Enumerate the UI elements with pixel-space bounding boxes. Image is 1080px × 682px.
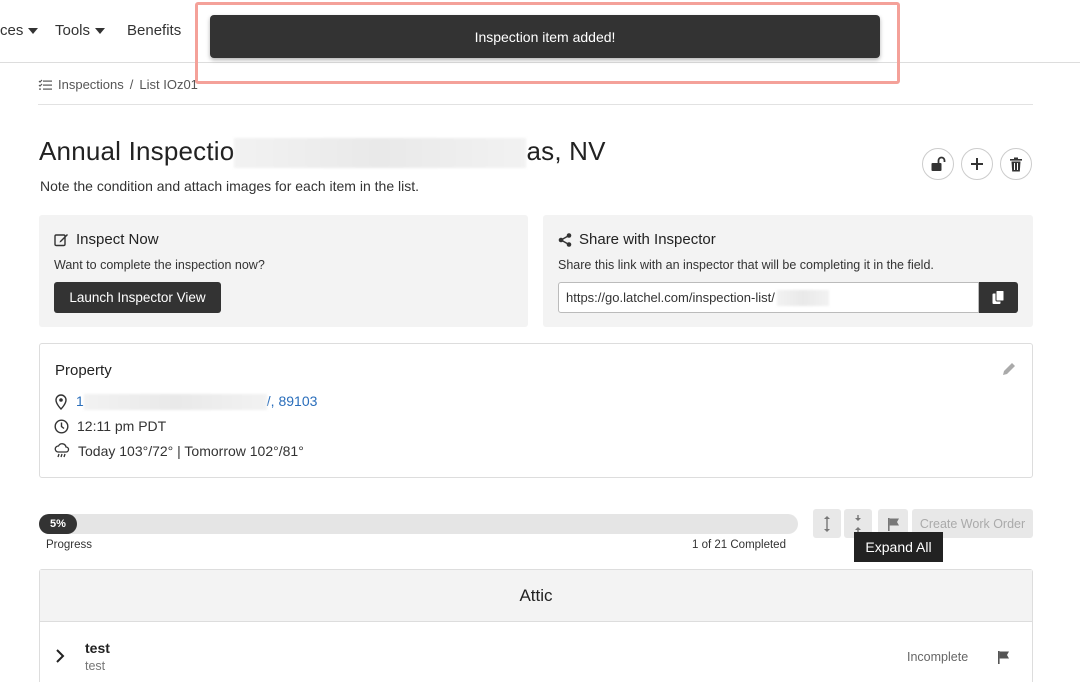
inspect-now-text: Want to complete the inspection now? — [54, 258, 265, 272]
caret-down-icon — [28, 27, 39, 34]
property-weather: Today 103°/72° | Tomorrow 102°/81° — [78, 443, 304, 459]
clock-icon — [54, 418, 69, 434]
inspect-now-title-text: Inspect Now — [76, 231, 159, 248]
launch-inspector-view-button[interactable]: Launch Inspector View — [54, 282, 221, 313]
section-title: Attic — [519, 585, 553, 605]
share-title: Share with Inspector — [558, 231, 716, 248]
section-header: Attic — [40, 570, 1032, 622]
flag-item-button[interactable] — [997, 650, 1010, 667]
list-check-icon — [38, 79, 52, 90]
map-marker-icon — [55, 393, 67, 410]
breadcrumb-inspections-link[interactable]: Inspections — [58, 77, 124, 92]
share-title-text: Share with Inspector — [579, 231, 716, 248]
pencil-icon — [1003, 363, 1015, 375]
share-link-input[interactable]: https://go.latchel.com/inspection-list/ — [558, 282, 979, 313]
nav-item-services[interactable]: ces — [0, 22, 39, 39]
page-title: Annual Inspectio as, NV — [39, 136, 606, 169]
breadcrumb-separator: / — [129, 77, 134, 92]
divider — [38, 104, 1033, 105]
unlock-icon — [931, 156, 946, 171]
item-description: test — [85, 659, 106, 673]
share-link-value: https://go.latchel.com/inspection-list/ — [566, 290, 775, 305]
property-address-row: 1 /, 89103 — [54, 393, 318, 411]
item-name: test — [85, 640, 110, 656]
progress-bar-fill: 5% — [39, 514, 77, 534]
launch-inspector-view-label: Launch Inspector View — [69, 290, 206, 305]
flag-icon — [998, 651, 1009, 664]
redacted-text — [234, 138, 527, 169]
share-text: Share this link with an inspector that w… — [558, 258, 934, 272]
plus-icon — [971, 158, 983, 170]
chevron-right-icon — [56, 649, 65, 663]
create-work-order-label: Create Work Order — [919, 516, 1026, 531]
toast-notification: Inspection item added! — [210, 15, 880, 58]
inspect-now-title: Inspect Now — [54, 231, 159, 248]
nav-item-label: ces — [0, 22, 24, 39]
edit-icon — [54, 234, 68, 247]
arrows-compress-icon — [855, 514, 861, 533]
copy-icon — [992, 290, 1005, 304]
progress-label: Progress — [46, 539, 93, 551]
trash-icon — [1010, 157, 1022, 171]
add-button[interactable] — [961, 148, 993, 180]
page-subtitle: Note the condition and attach images for… — [40, 178, 419, 194]
flag-icon — [887, 517, 899, 531]
edit-property-button[interactable] — [1001, 361, 1017, 380]
delete-button[interactable] — [1000, 148, 1032, 180]
redacted-text — [83, 394, 267, 411]
page-title-start: Annual Inspectio — [39, 136, 235, 166]
tooltip-text: Expand All — [865, 539, 932, 555]
breadcrumb: Inspections / List IOz01 — [38, 77, 198, 92]
unlock-button[interactable] — [922, 148, 954, 180]
progress-bar — [39, 514, 798, 534]
item-status: Incomplete — [907, 650, 969, 664]
nav-item-tools[interactable]: Tools — [55, 22, 106, 39]
toast-message: Inspection item added! — [474, 28, 616, 45]
share-icon — [558, 232, 572, 247]
expand-all-tooltip: Expand All — [854, 532, 943, 562]
property-time: 12:11 pm PDT — [77, 418, 167, 434]
expand-item-button[interactable] — [55, 648, 65, 667]
property-weather-row: Today 103°/72° | Tomorrow 102°/81° — [54, 443, 304, 459]
nav-item-label: Tools — [55, 22, 91, 39]
arrows-vertical-icon — [824, 515, 830, 532]
progress-completed-count: 1 of 21 Completed — [692, 539, 786, 551]
copy-link-button[interactable] — [979, 282, 1018, 313]
page-title-end: as, NV — [526, 136, 606, 166]
collapse-all-button[interactable] — [813, 509, 841, 538]
breadcrumb-current: List IOz01 — [139, 77, 198, 92]
address-end: /, 89103 — [266, 393, 318, 409]
nav-item-label: Benefits — [127, 22, 182, 39]
property-title: Property — [55, 362, 112, 379]
progress-percent-label: 5% — [50, 518, 66, 530]
property-address-link[interactable]: 1 /, 89103 — [76, 393, 318, 411]
redacted-text — [776, 289, 829, 306]
address-start: 1 — [76, 393, 84, 409]
caret-down-icon — [95, 27, 106, 34]
property-time-row: 12:11 pm PDT — [54, 418, 166, 434]
cloud-rain-icon — [54, 443, 70, 458]
nav-item-benefits[interactable]: Benefits — [127, 22, 181, 39]
